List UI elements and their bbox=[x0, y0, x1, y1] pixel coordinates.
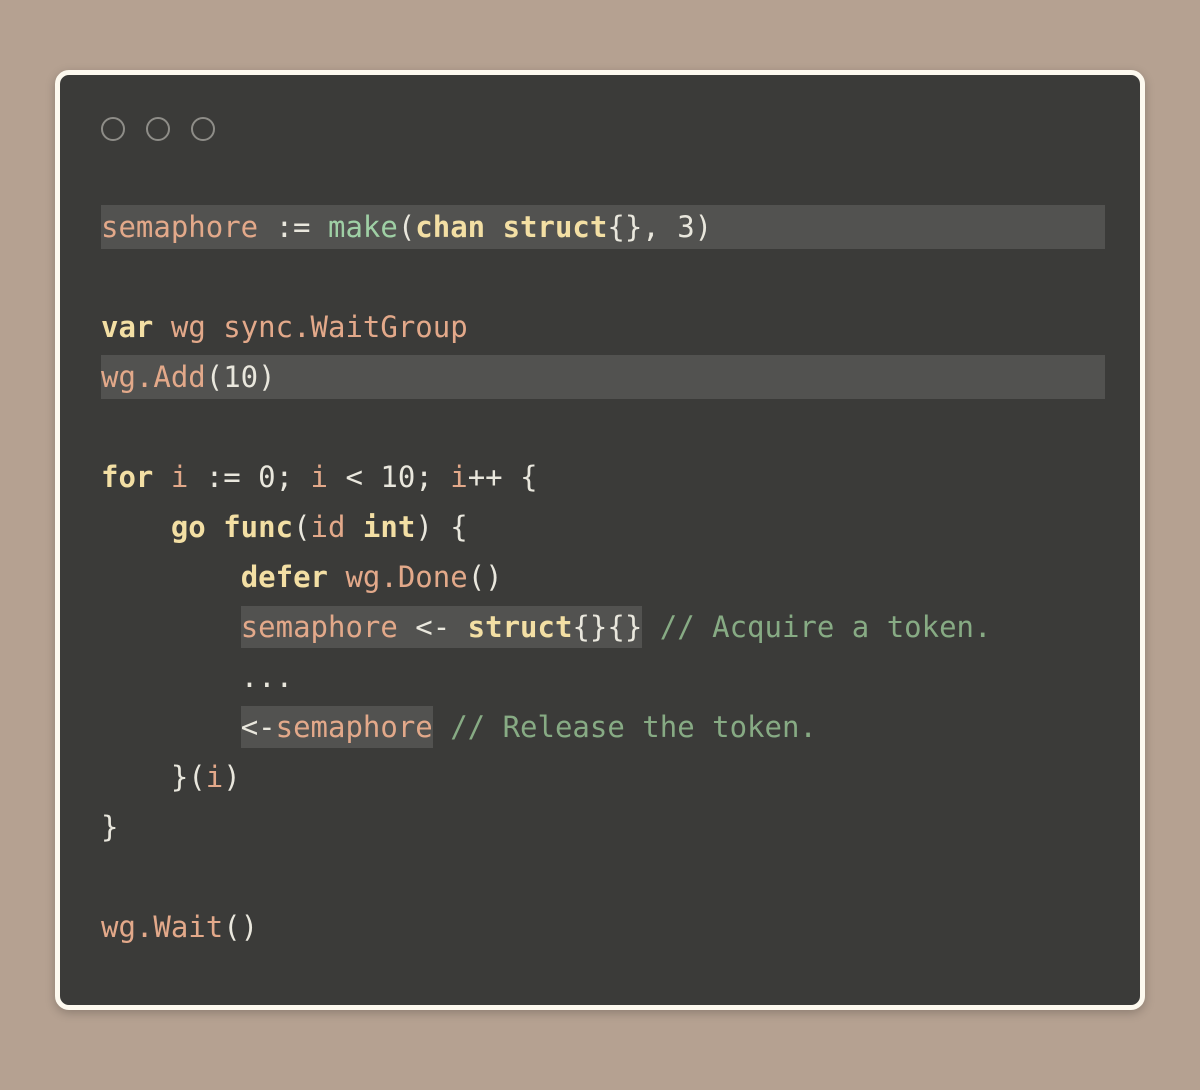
code-token: (10) bbox=[205, 360, 276, 394]
code-line: } bbox=[60, 802, 1140, 852]
code-token: i bbox=[310, 460, 329, 494]
code-line: <-semaphore // Release the token. bbox=[60, 702, 1140, 752]
code-token: ( bbox=[397, 210, 416, 244]
code-token: defer bbox=[240, 560, 328, 594]
code-token: semaphore bbox=[101, 210, 259, 244]
code-line: }(i) bbox=[60, 752, 1140, 802]
code-line: ... bbox=[60, 652, 1140, 702]
code-line: for i := 0; i < 10; i++ { bbox=[60, 452, 1140, 502]
code-token: := bbox=[258, 210, 328, 244]
code-token: ( bbox=[293, 510, 311, 544]
code-token: < 10; bbox=[328, 460, 451, 494]
code-token: }( bbox=[101, 760, 206, 794]
code-token: {}, 3) bbox=[607, 210, 713, 244]
code-token: i bbox=[450, 460, 468, 494]
code-token: var bbox=[101, 310, 154, 344]
code-line: go func(id int) { bbox=[60, 502, 1140, 552]
window-titlebar bbox=[101, 117, 215, 141]
code-token: := 0; bbox=[188, 460, 311, 494]
maximize-dot-icon[interactable] bbox=[191, 117, 215, 141]
code-token: struct bbox=[467, 606, 573, 648]
code-token: ) { bbox=[415, 510, 468, 544]
code-token: i bbox=[205, 760, 224, 794]
code-token: // Release the token. bbox=[450, 710, 817, 744]
code-token: () bbox=[467, 560, 503, 594]
code-line: semaphore <- struct{}{} // Acquire a tok… bbox=[60, 602, 1140, 652]
code-token: wg sync.WaitGroup bbox=[170, 310, 468, 344]
code-token: int bbox=[362, 510, 416, 544]
code-token: go func bbox=[170, 510, 294, 544]
code-line: wg.Add(10) bbox=[60, 352, 1140, 402]
code-token: ... bbox=[240, 660, 294, 694]
code-token: for bbox=[101, 460, 154, 494]
code-token: id bbox=[310, 510, 346, 544]
code-token: ++ { bbox=[467, 460, 538, 494]
code-token: wg.Add bbox=[101, 360, 206, 394]
close-dot-icon[interactable] bbox=[101, 117, 125, 141]
code-token: <- bbox=[240, 706, 276, 748]
code-block[interactable]: semaphore := make(chan struct{}, 3) var w… bbox=[60, 202, 1140, 952]
code-token: make bbox=[327, 210, 398, 244]
code-token: {}{} bbox=[572, 606, 643, 648]
code-token: () bbox=[223, 910, 259, 944]
code-token: <- bbox=[397, 606, 468, 648]
code-line: wg.Wait() bbox=[60, 902, 1140, 952]
code-token: i bbox=[170, 460, 189, 494]
screenshot-canvas: semaphore := make(chan struct{}, 3) var w… bbox=[0, 0, 1200, 1090]
code-token: wg.Done bbox=[345, 560, 468, 594]
code-token: // Acquire a token. bbox=[659, 610, 992, 644]
code-token: wg.Wait bbox=[101, 910, 224, 944]
minimize-dot-icon[interactable] bbox=[146, 117, 170, 141]
code-token: ) bbox=[223, 760, 241, 794]
code-token: } bbox=[101, 810, 119, 844]
code-token: chan struct bbox=[415, 210, 608, 244]
code-window: semaphore := make(chan struct{}, 3) var w… bbox=[55, 70, 1145, 1010]
code-line: var wg sync.WaitGroup bbox=[60, 302, 1140, 352]
code-line: defer wg.Done() bbox=[60, 552, 1140, 602]
code-token: semaphore bbox=[275, 706, 433, 748]
code-line: semaphore := make(chan struct{}, 3) bbox=[60, 202, 1140, 252]
code-token: semaphore bbox=[240, 606, 398, 648]
